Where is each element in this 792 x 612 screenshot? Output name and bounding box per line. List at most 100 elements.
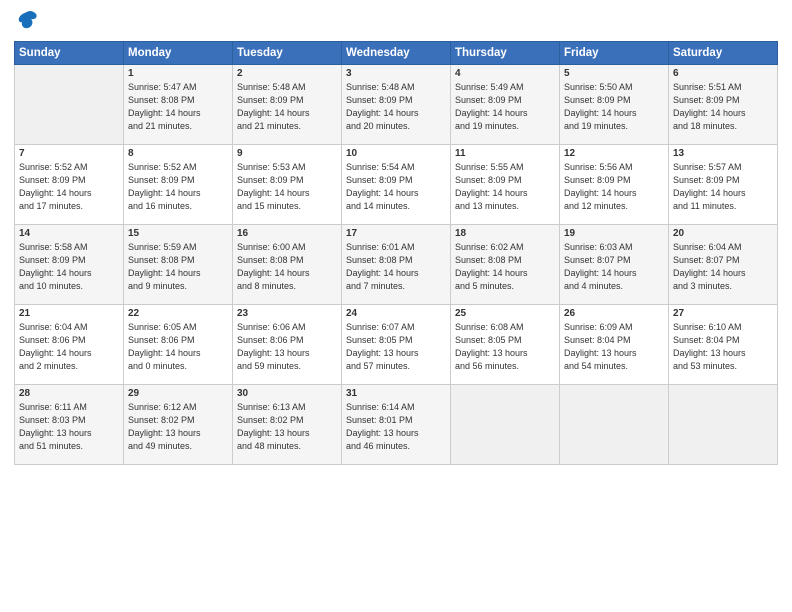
cell-line: Daylight: 13 hours xyxy=(346,347,446,360)
calendar-cell: 20Sunrise: 6:04 AMSunset: 8:07 PMDayligh… xyxy=(669,225,778,305)
cell-line: Daylight: 13 hours xyxy=(128,427,228,440)
cell-line: Sunrise: 5:48 AM xyxy=(346,81,446,94)
cell-content: Sunrise: 5:56 AMSunset: 8:09 PMDaylight:… xyxy=(564,161,664,213)
day-number: 7 xyxy=(19,148,119,159)
cell-line: Sunrise: 6:09 AM xyxy=(564,321,664,334)
cell-line: Sunset: 8:01 PM xyxy=(346,414,446,427)
cell-content: Sunrise: 5:50 AMSunset: 8:09 PMDaylight:… xyxy=(564,81,664,133)
cell-line: Daylight: 13 hours xyxy=(19,427,119,440)
header-day: Saturday xyxy=(669,42,778,65)
cell-line: Sunset: 8:05 PM xyxy=(455,334,555,347)
cell-line: Daylight: 14 hours xyxy=(128,107,228,120)
calendar-cell: 23Sunrise: 6:06 AMSunset: 8:06 PMDayligh… xyxy=(233,305,342,385)
calendar-cell xyxy=(560,385,669,465)
cell-content: Sunrise: 5:48 AMSunset: 8:09 PMDaylight:… xyxy=(346,81,446,133)
cell-line: Sunset: 8:08 PM xyxy=(237,254,337,267)
cell-line: Sunset: 8:09 PM xyxy=(19,174,119,187)
cell-line: Sunrise: 5:54 AM xyxy=(346,161,446,174)
day-number: 13 xyxy=(673,148,773,159)
cell-line: Daylight: 14 hours xyxy=(346,107,446,120)
cell-line: Sunset: 8:09 PM xyxy=(673,94,773,107)
day-number: 18 xyxy=(455,228,555,239)
calendar-cell: 17Sunrise: 6:01 AMSunset: 8:08 PMDayligh… xyxy=(342,225,451,305)
cell-line: Sunset: 8:09 PM xyxy=(19,254,119,267)
cell-content: Sunrise: 6:12 AMSunset: 8:02 PMDaylight:… xyxy=(128,401,228,453)
cell-line: Daylight: 14 hours xyxy=(346,267,446,280)
cell-line: Sunset: 8:06 PM xyxy=(237,334,337,347)
day-number: 24 xyxy=(346,308,446,319)
calendar-week: 1Sunrise: 5:47 AMSunset: 8:08 PMDaylight… xyxy=(15,65,778,145)
cell-line: and 57 minutes. xyxy=(346,360,446,373)
cell-line: and 7 minutes. xyxy=(346,280,446,293)
day-number: 29 xyxy=(128,388,228,399)
cell-line: and 3 minutes. xyxy=(673,280,773,293)
calendar-cell: 4Sunrise: 5:49 AMSunset: 8:09 PMDaylight… xyxy=(451,65,560,145)
cell-line: Daylight: 14 hours xyxy=(673,267,773,280)
cell-line: and 17 minutes. xyxy=(19,200,119,213)
calendar-header: SundayMondayTuesdayWednesdayThursdayFrid… xyxy=(15,42,778,65)
cell-line: Daylight: 14 hours xyxy=(564,107,664,120)
cell-line: Sunset: 8:07 PM xyxy=(673,254,773,267)
header-row: SundayMondayTuesdayWednesdayThursdayFrid… xyxy=(15,42,778,65)
cell-line: Sunset: 8:09 PM xyxy=(455,94,555,107)
cell-content: Sunrise: 6:02 AMSunset: 8:08 PMDaylight:… xyxy=(455,241,555,293)
cell-line: Daylight: 14 hours xyxy=(673,107,773,120)
day-number: 16 xyxy=(237,228,337,239)
cell-content: Sunrise: 6:09 AMSunset: 8:04 PMDaylight:… xyxy=(564,321,664,373)
cell-line: Sunrise: 6:11 AM xyxy=(19,401,119,414)
calendar-cell: 11Sunrise: 5:55 AMSunset: 8:09 PMDayligh… xyxy=(451,145,560,225)
cell-line: and 9 minutes. xyxy=(128,280,228,293)
calendar-cell: 3Sunrise: 5:48 AMSunset: 8:09 PMDaylight… xyxy=(342,65,451,145)
day-number: 5 xyxy=(564,68,664,79)
cell-line: and 0 minutes. xyxy=(128,360,228,373)
cell-content: Sunrise: 6:10 AMSunset: 8:04 PMDaylight:… xyxy=(673,321,773,373)
calendar-cell: 10Sunrise: 5:54 AMSunset: 8:09 PMDayligh… xyxy=(342,145,451,225)
cell-line: Sunrise: 5:53 AM xyxy=(237,161,337,174)
cell-line: Sunset: 8:09 PM xyxy=(564,174,664,187)
cell-line: Sunset: 8:09 PM xyxy=(564,94,664,107)
cell-line: Daylight: 13 hours xyxy=(564,347,664,360)
calendar-cell: 31Sunrise: 6:14 AMSunset: 8:01 PMDayligh… xyxy=(342,385,451,465)
day-number: 25 xyxy=(455,308,555,319)
cell-line: and 53 minutes. xyxy=(673,360,773,373)
calendar-cell: 24Sunrise: 6:07 AMSunset: 8:05 PMDayligh… xyxy=(342,305,451,385)
cell-line: and 10 minutes. xyxy=(19,280,119,293)
cell-line: Sunrise: 6:03 AM xyxy=(564,241,664,254)
day-number: 9 xyxy=(237,148,337,159)
day-number: 20 xyxy=(673,228,773,239)
cell-content: Sunrise: 5:49 AMSunset: 8:09 PMDaylight:… xyxy=(455,81,555,133)
cell-line: Sunset: 8:02 PM xyxy=(237,414,337,427)
calendar-cell: 9Sunrise: 5:53 AMSunset: 8:09 PMDaylight… xyxy=(233,145,342,225)
cell-line: and 46 minutes. xyxy=(346,440,446,453)
cell-line: Daylight: 14 hours xyxy=(237,107,337,120)
cell-line: Sunrise: 5:56 AM xyxy=(564,161,664,174)
cell-line: and 54 minutes. xyxy=(564,360,664,373)
calendar-cell: 12Sunrise: 5:56 AMSunset: 8:09 PMDayligh… xyxy=(560,145,669,225)
day-number: 23 xyxy=(237,308,337,319)
cell-line: Daylight: 14 hours xyxy=(455,107,555,120)
calendar-week: 21Sunrise: 6:04 AMSunset: 8:06 PMDayligh… xyxy=(15,305,778,385)
day-number: 15 xyxy=(128,228,228,239)
calendar-cell xyxy=(15,65,124,145)
cell-line: Sunset: 8:06 PM xyxy=(19,334,119,347)
cell-line: Sunrise: 6:12 AM xyxy=(128,401,228,414)
calendar-page: SundayMondayTuesdayWednesdayThursdayFrid… xyxy=(0,0,792,475)
cell-line: Sunrise: 5:52 AM xyxy=(128,161,228,174)
day-number: 31 xyxy=(346,388,446,399)
cell-line: Sunrise: 6:13 AM xyxy=(237,401,337,414)
calendar-cell: 7Sunrise: 5:52 AMSunset: 8:09 PMDaylight… xyxy=(15,145,124,225)
cell-content: Sunrise: 5:47 AMSunset: 8:08 PMDaylight:… xyxy=(128,81,228,133)
cell-line: Daylight: 14 hours xyxy=(237,187,337,200)
header-day: Monday xyxy=(124,42,233,65)
day-number: 2 xyxy=(237,68,337,79)
cell-content: Sunrise: 6:00 AMSunset: 8:08 PMDaylight:… xyxy=(237,241,337,293)
cell-line: Sunrise: 5:50 AM xyxy=(564,81,664,94)
cell-line: Daylight: 14 hours xyxy=(455,267,555,280)
cell-content: Sunrise: 5:58 AMSunset: 8:09 PMDaylight:… xyxy=(19,241,119,293)
calendar-week: 14Sunrise: 5:58 AMSunset: 8:09 PMDayligh… xyxy=(15,225,778,305)
calendar-cell: 21Sunrise: 6:04 AMSunset: 8:06 PMDayligh… xyxy=(15,305,124,385)
cell-line: Sunset: 8:09 PM xyxy=(237,94,337,107)
day-number: 8 xyxy=(128,148,228,159)
cell-line: Daylight: 14 hours xyxy=(673,187,773,200)
cell-line: and 56 minutes. xyxy=(455,360,555,373)
